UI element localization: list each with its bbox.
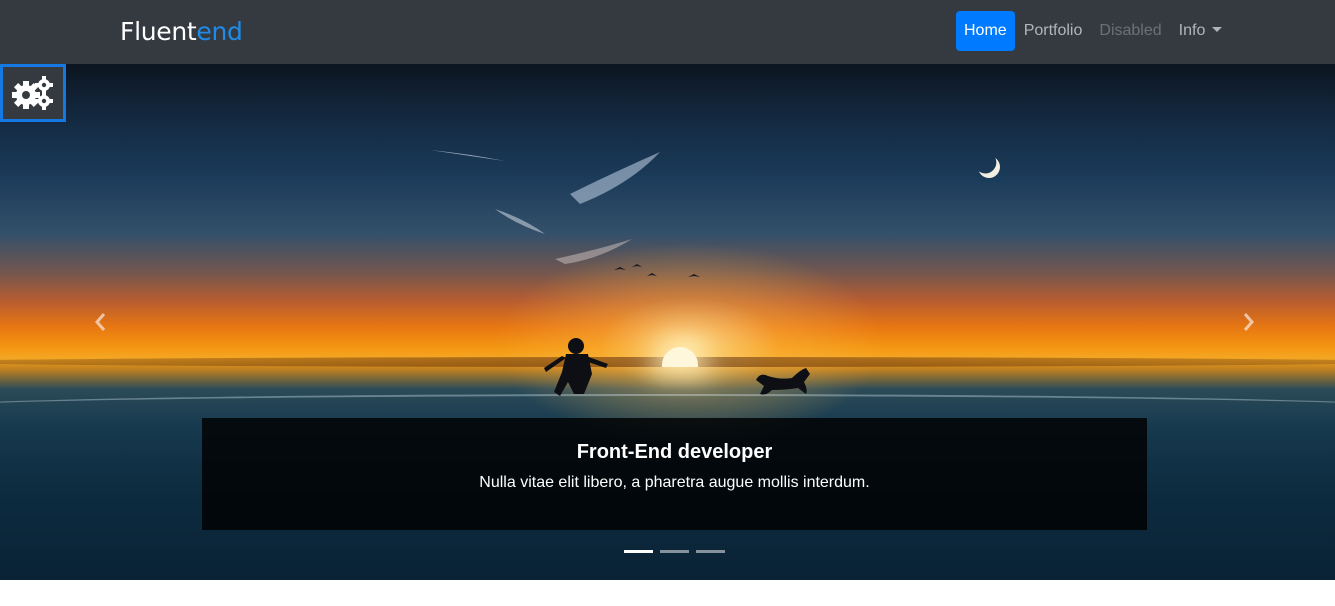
nav-item-info-dropdown[interactable]: Info	[1171, 11, 1231, 51]
caption-title: Front-End developer	[576, 441, 773, 463]
cloud-4	[555, 239, 632, 264]
settings-toggle-button[interactable]	[0, 64, 66, 122]
brand-accent-text: end	[196, 17, 243, 46]
carousel-prev-button[interactable]	[86, 302, 116, 342]
carousel-caption: Front-End developer Nulla vitae elit lib…	[202, 418, 1147, 530]
birds	[614, 264, 700, 277]
cloud-2	[570, 152, 660, 204]
brand-text: Fluent	[120, 17, 197, 46]
caption-text: Nulla vitae elit libero, a pharetra augu…	[479, 474, 870, 491]
gears-icon	[12, 76, 53, 110]
brand-logo[interactable]: Fluentend	[120, 17, 243, 47]
carousel-indicator-2[interactable]	[660, 550, 689, 553]
chevron-left-icon	[95, 313, 106, 331]
nav-item-portfolio[interactable]: Portfolio	[1016, 11, 1091, 51]
carousel-indicator-3[interactable]	[696, 550, 725, 553]
navbar: Fluentend Home Portfolio Disabled Info	[0, 0, 1335, 64]
dog-silhouette	[756, 368, 810, 395]
cloud-1	[430, 150, 505, 161]
caret-down-icon	[1212, 27, 1223, 32]
chevron-right-icon	[1243, 313, 1254, 331]
nav-item-info-label: Info	[1178, 22, 1206, 39]
carousel-indicators	[624, 550, 732, 553]
carousel-indicator-1[interactable]	[624, 550, 653, 553]
child-silhouette	[544, 338, 608, 396]
carousel-next-button[interactable]	[1233, 302, 1263, 342]
nav-menu: Home Portfolio Disabled Info	[956, 11, 1231, 51]
nav-item-home[interactable]: Home	[956, 11, 1015, 51]
cloud-3	[495, 209, 545, 234]
nav-item-disabled: Disabled	[1099, 22, 1162, 39]
